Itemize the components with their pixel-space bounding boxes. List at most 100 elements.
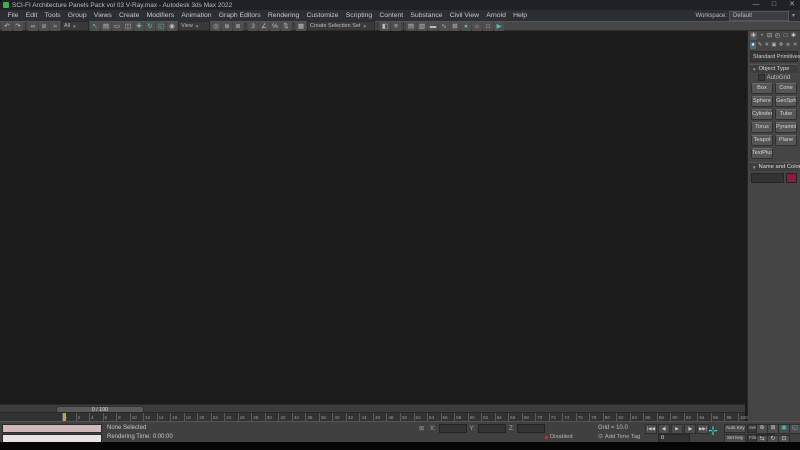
workspace-value[interactable]: Default bbox=[729, 11, 789, 21]
menu-help[interactable]: Help bbox=[509, 12, 530, 19]
tab-modify-icon[interactable]: ◔ bbox=[758, 32, 765, 40]
minimize-button[interactable]: — bbox=[751, 0, 761, 10]
adaptive-degradation-toggle[interactable]: Disabled bbox=[545, 434, 573, 440]
tab-hierarchy-icon[interactable]: ⊟ bbox=[766, 32, 773, 40]
menu-rendering[interactable]: Rendering bbox=[264, 12, 303, 19]
tab-create-icon[interactable]: ✚ bbox=[750, 32, 757, 40]
percent-snap-toggle-icon[interactable]: % bbox=[270, 22, 280, 31]
next-frame-button[interactable]: |▶ bbox=[684, 424, 696, 434]
primitive-button-torus[interactable]: Torus bbox=[751, 122, 773, 133]
primitive-button-textplus[interactable]: TextPlus bbox=[751, 148, 773, 159]
toggle-scene-explorer-icon[interactable]: ▤ bbox=[406, 22, 416, 31]
workspace-selector[interactable]: Workspace: Default ▼ bbox=[695, 11, 796, 21]
category-lights-icon[interactable]: ☀ bbox=[764, 42, 770, 49]
autogrid-checkbox[interactable]: AutoGrid bbox=[748, 74, 800, 81]
category-geometry-icon[interactable]: ● bbox=[750, 42, 756, 49]
object-type-rollout[interactable]: ▼ Object Type bbox=[750, 64, 798, 73]
viewport-perspective[interactable]: [+][Perspective][Standard][Default Shadi… bbox=[0, 0, 2, 2]
primitive-button-plane[interactable]: Plane bbox=[775, 135, 797, 146]
category-systems-icon[interactable]: ✳ bbox=[792, 42, 798, 49]
tab-motion-icon[interactable]: ◴ bbox=[774, 32, 781, 40]
menu-animation[interactable]: Animation bbox=[178, 12, 215, 19]
curve-editor-icon[interactable]: ∿ bbox=[439, 22, 449, 31]
select-and-move-icon[interactable]: ✚ bbox=[134, 22, 144, 31]
edit-named-selection-sets-icon[interactable]: ▦ bbox=[296, 22, 306, 31]
rendered-frame-window-icon[interactable]: □ bbox=[483, 22, 493, 31]
tab-display-icon[interactable]: □ bbox=[782, 32, 789, 40]
x-coordinate-field[interactable] bbox=[439, 424, 467, 433]
z-coordinate-field[interactable] bbox=[517, 424, 545, 433]
primitive-button-cylinder[interactable]: Cylinder bbox=[751, 109, 773, 120]
play-button[interactable]: ▶ bbox=[671, 424, 683, 434]
undo-icon[interactable]: ↶ bbox=[2, 22, 12, 31]
go-to-start-button[interactable]: |◀◀ bbox=[645, 424, 657, 434]
use-pivot-point-center-icon[interactable]: ◎ bbox=[211, 22, 221, 31]
spinner-snap-toggle-icon[interactable]: ⇅ bbox=[281, 22, 291, 31]
menu-create[interactable]: Create bbox=[115, 12, 143, 19]
material-editor-icon[interactable]: ● bbox=[461, 22, 471, 31]
named-selection-set-dropdown[interactable]: Create Selection Set▼ bbox=[307, 21, 375, 31]
checkbox-icon[interactable] bbox=[758, 74, 765, 81]
menu-scripting[interactable]: Scripting bbox=[342, 12, 376, 19]
selection-lock-toggle-icon[interactable]: ⊠ bbox=[419, 425, 424, 432]
select-by-name-icon[interactable]: ▤ bbox=[101, 22, 111, 31]
object-color-swatch[interactable] bbox=[786, 173, 797, 183]
window-crossing-toggle-icon[interactable]: ◫ bbox=[123, 22, 133, 31]
menu-substance[interactable]: Substance bbox=[407, 12, 446, 19]
redo-icon[interactable]: ↷ bbox=[13, 22, 23, 31]
render-production-icon[interactable]: ▶ bbox=[494, 22, 504, 31]
maxscript-mini-listener[interactable] bbox=[2, 424, 102, 440]
selection-filter-dropdown[interactable]: All▼ bbox=[61, 21, 89, 31]
tab-utilities-icon[interactable]: ✱ bbox=[790, 32, 797, 40]
reference-coordinate-system-dropdown[interactable]: View▼ bbox=[178, 21, 210, 31]
add-time-tag[interactable]: ⊙ Add Time Tag bbox=[598, 434, 640, 440]
toggle-ribbon-icon[interactable]: ▬ bbox=[428, 22, 438, 31]
select-and-place-icon[interactable]: ◉ bbox=[167, 22, 177, 31]
menu-graph-editors[interactable]: Graph Editors bbox=[215, 12, 264, 19]
select-and-scale-icon[interactable]: ◱ bbox=[156, 22, 166, 31]
primitive-button-geosphere[interactable]: GeoSphere bbox=[775, 96, 797, 107]
menu-file[interactable]: File bbox=[4, 12, 22, 19]
primitive-button-pyramid[interactable]: Pyramid bbox=[775, 122, 797, 133]
bind-to-space-warp-icon[interactable]: ≈ bbox=[50, 22, 60, 31]
menu-content[interactable]: Content bbox=[376, 12, 407, 19]
primitive-category-dropdown[interactable]: Standard Primitives▼ bbox=[750, 51, 798, 62]
zoom-extents-all-icon[interactable]: ◱ bbox=[789, 424, 800, 434]
menu-arnold[interactable]: Arnold bbox=[483, 12, 510, 19]
primitive-button-tube[interactable]: Tube bbox=[775, 109, 797, 120]
category-helpers-icon[interactable]: ✜ bbox=[778, 42, 784, 49]
track-bar[interactable]: 0246810121416182022242628303234363840424… bbox=[0, 412, 745, 421]
select-and-rotate-icon[interactable]: ↻ bbox=[145, 22, 155, 31]
previous-frame-button[interactable]: ◀| bbox=[658, 424, 670, 434]
object-name-field[interactable] bbox=[751, 173, 784, 183]
category-cameras-icon[interactable]: ▣ bbox=[771, 42, 777, 49]
menu-tools[interactable]: Tools bbox=[41, 12, 64, 19]
unlink-selection-icon[interactable]: ⊘ bbox=[39, 22, 49, 31]
menu-modifiers[interactable]: Modifiers bbox=[143, 12, 178, 19]
menu-group[interactable]: Group bbox=[64, 12, 90, 19]
y-coordinate-field[interactable] bbox=[478, 424, 506, 433]
name-and-color-rollout[interactable]: ▼ Name and Color bbox=[750, 162, 798, 171]
menu-edit[interactable]: Edit bbox=[22, 12, 41, 19]
toggle-layer-explorer-icon[interactable]: ▥ bbox=[417, 22, 427, 31]
rectangular-selection-region-icon[interactable]: ▭ bbox=[112, 22, 122, 31]
angle-snap-toggle-icon[interactable]: ∠ bbox=[259, 22, 269, 31]
macro-recorder-field[interactable] bbox=[2, 424, 102, 433]
maximize-button[interactable]: □ bbox=[769, 0, 779, 10]
select-and-manipulate-icon[interactable]: ⊕ bbox=[222, 22, 232, 31]
primitive-button-cone[interactable]: Cone bbox=[775, 83, 797, 94]
auto-key-button[interactable]: Auto Key bbox=[724, 424, 746, 433]
category-shapes-icon[interactable]: ✎ bbox=[757, 42, 763, 49]
select-object-icon[interactable]: ↖ bbox=[90, 22, 100, 31]
render-setup-icon[interactable]: ☼ bbox=[472, 22, 482, 31]
menu-views[interactable]: Views bbox=[90, 12, 115, 19]
close-button[interactable]: ✕ bbox=[787, 0, 797, 10]
align-icon[interactable]: ≡ bbox=[391, 22, 401, 31]
primitive-button-sphere[interactable]: Sphere bbox=[751, 96, 773, 107]
snap-toggle-3d-icon[interactable]: 3 bbox=[248, 22, 258, 31]
category-space-warps-icon[interactable]: ≋ bbox=[785, 42, 791, 49]
primitive-button-box[interactable]: Box bbox=[751, 83, 773, 94]
schematic-view-icon[interactable]: ⊞ bbox=[450, 22, 460, 31]
select-and-link-icon[interactable]: ∞ bbox=[28, 22, 38, 31]
menu-civil-view[interactable]: Civil View bbox=[446, 12, 483, 19]
